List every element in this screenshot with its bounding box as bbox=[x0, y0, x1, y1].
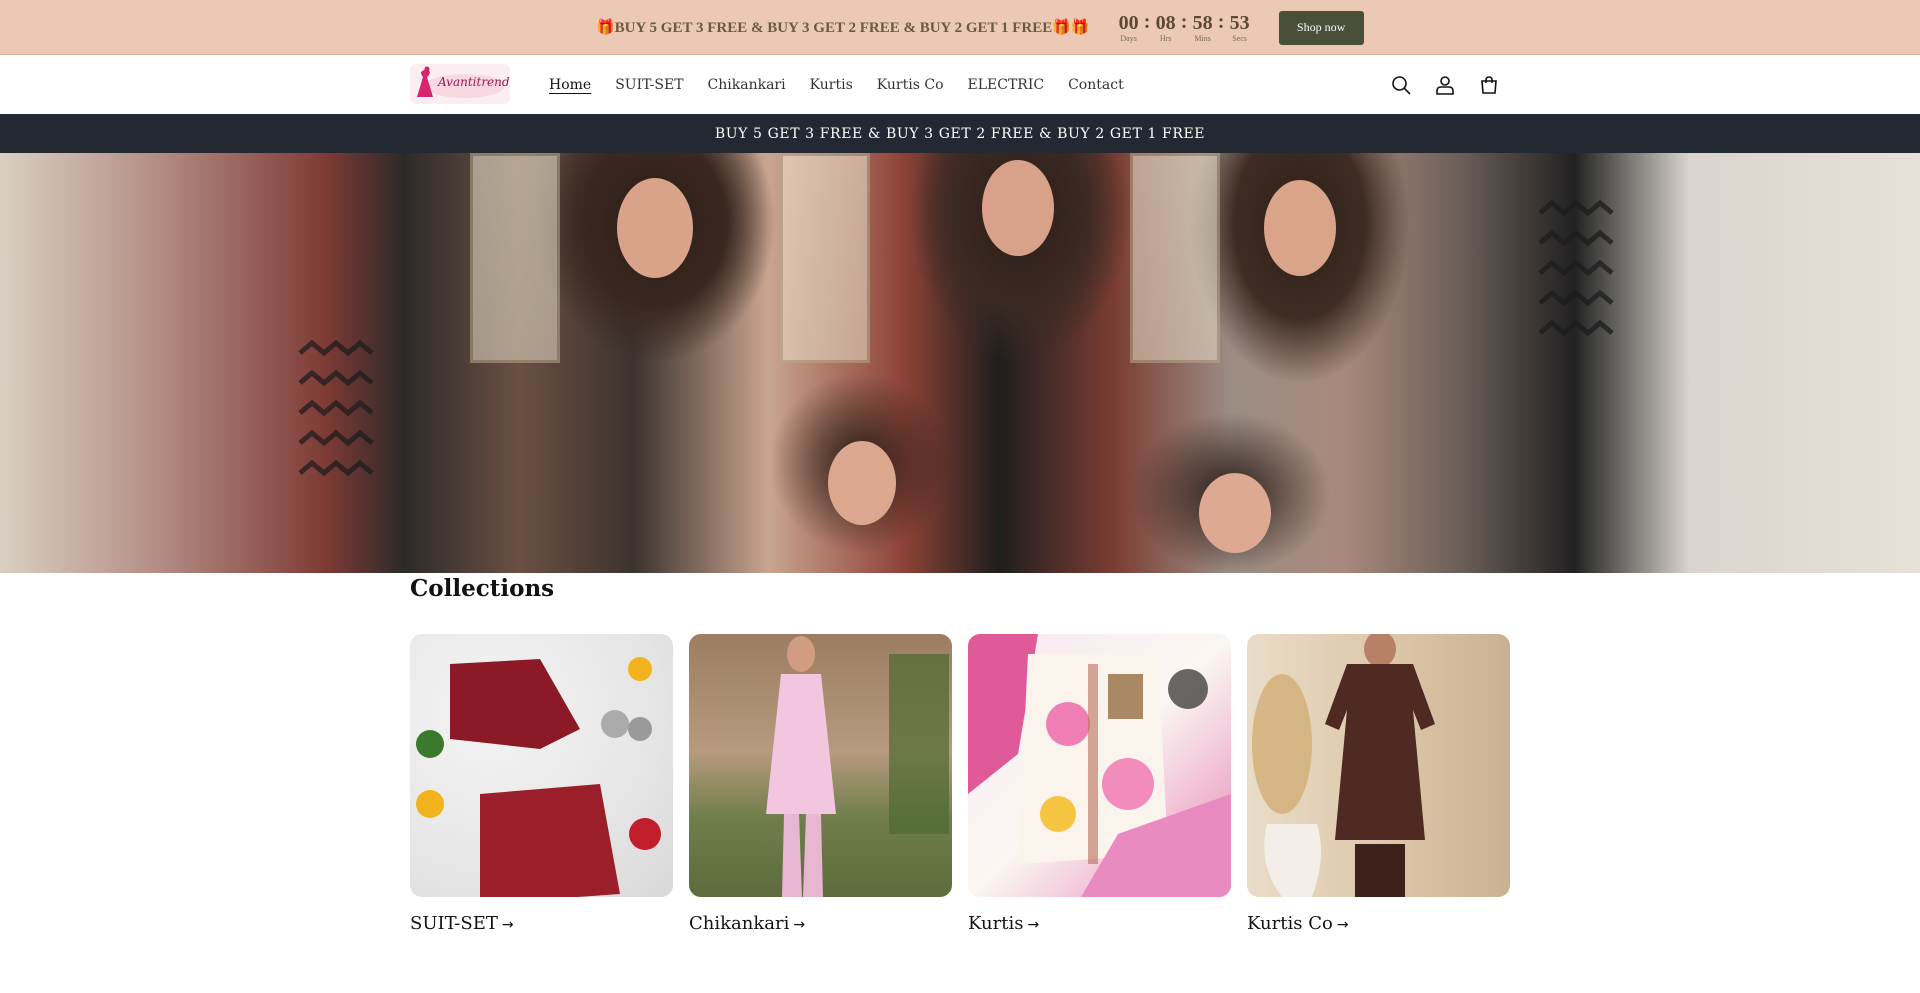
collection-title[interactable]: Kurtis Co → bbox=[1247, 913, 1510, 934]
collection-image-suit-set[interactable] bbox=[410, 634, 673, 897]
countdown-days: 00 Days bbox=[1118, 11, 1139, 43]
arrow-right-icon: → bbox=[793, 917, 806, 933]
nav-item-home[interactable]: Home bbox=[549, 77, 591, 93]
countdown-hours: 08 Hrs bbox=[1155, 11, 1176, 43]
announcement-bar: BUY 5 GET 3 FREE & BUY 3 GET 2 FREE & BU… bbox=[0, 114, 1920, 153]
collections-heading: Collections bbox=[410, 575, 555, 602]
collection-image-kurtis[interactable] bbox=[968, 634, 1231, 897]
nav-item-electric[interactable]: ELECTRIC bbox=[968, 77, 1045, 93]
arrow-right-icon: → bbox=[501, 917, 514, 933]
collection-title[interactable]: Chikankari → bbox=[689, 913, 952, 934]
nav-item-chikankari[interactable]: Chikankari bbox=[708, 77, 786, 93]
collection-image-kurtis-co[interactable] bbox=[1247, 634, 1510, 897]
search-icon[interactable] bbox=[1390, 74, 1412, 96]
nav-item-kurtis-co[interactable]: Kurtis Co bbox=[877, 77, 944, 93]
svg-text:Avantitrend: Avantitrend bbox=[437, 75, 510, 89]
header-actions bbox=[1390, 55, 1500, 114]
countdown-timer: 00 Days : 08 Hrs : 58 Mins : 53 Secs bbox=[1115, 12, 1254, 44]
nav-item-kurtis[interactable]: Kurtis bbox=[810, 77, 853, 93]
hero-banner-image bbox=[0, 153, 1920, 573]
collection-image-chikankari[interactable] bbox=[689, 634, 952, 897]
collection-card-kurtis-co[interactable]: Kurtis Co → bbox=[1247, 634, 1510, 934]
collection-card-suit-set[interactable]: SUIT-SET → bbox=[410, 634, 673, 934]
countdown-bar: 🎁BUY 5 GET 3 FREE & BUY 3 GET 2 FREE & B… bbox=[0, 0, 1920, 55]
countdown-separator: : bbox=[1143, 10, 1151, 33]
store-logo[interactable]: Avantitrend bbox=[410, 64, 510, 104]
arrow-right-icon: → bbox=[1336, 917, 1349, 933]
collection-title[interactable]: SUIT-SET → bbox=[410, 913, 673, 934]
promo-text: 🎁BUY 5 GET 3 FREE & BUY 3 GET 2 FREE & B… bbox=[596, 20, 1090, 36]
countdown-separator: : bbox=[1217, 10, 1225, 33]
site-header: Avantitrend Home SUIT-SET Chikankari Kur… bbox=[0, 55, 1920, 114]
countdown-minutes: 58 Mins bbox=[1192, 11, 1213, 43]
collection-title[interactable]: Kurtis → bbox=[968, 913, 1231, 934]
collections-grid: SUIT-SET → Chikankari → Kurtis → Kurtis … bbox=[410, 634, 1510, 934]
arrow-right-icon: → bbox=[1027, 917, 1040, 933]
cart-icon[interactable] bbox=[1478, 74, 1500, 96]
nav-item-suit-set[interactable]: SUIT-SET bbox=[615, 77, 683, 93]
account-icon[interactable] bbox=[1434, 74, 1456, 96]
collection-card-kurtis[interactable]: Kurtis → bbox=[968, 634, 1231, 934]
main-nav: Home SUIT-SET Chikankari Kurtis Kurtis C… bbox=[549, 55, 1148, 114]
countdown-separator: : bbox=[1180, 10, 1188, 33]
collection-card-chikankari[interactable]: Chikankari → bbox=[689, 634, 952, 934]
countdown-seconds: 53 Secs bbox=[1229, 11, 1250, 43]
shop-now-button[interactable]: Shop now bbox=[1278, 10, 1364, 45]
nav-item-contact[interactable]: Contact bbox=[1068, 77, 1124, 93]
